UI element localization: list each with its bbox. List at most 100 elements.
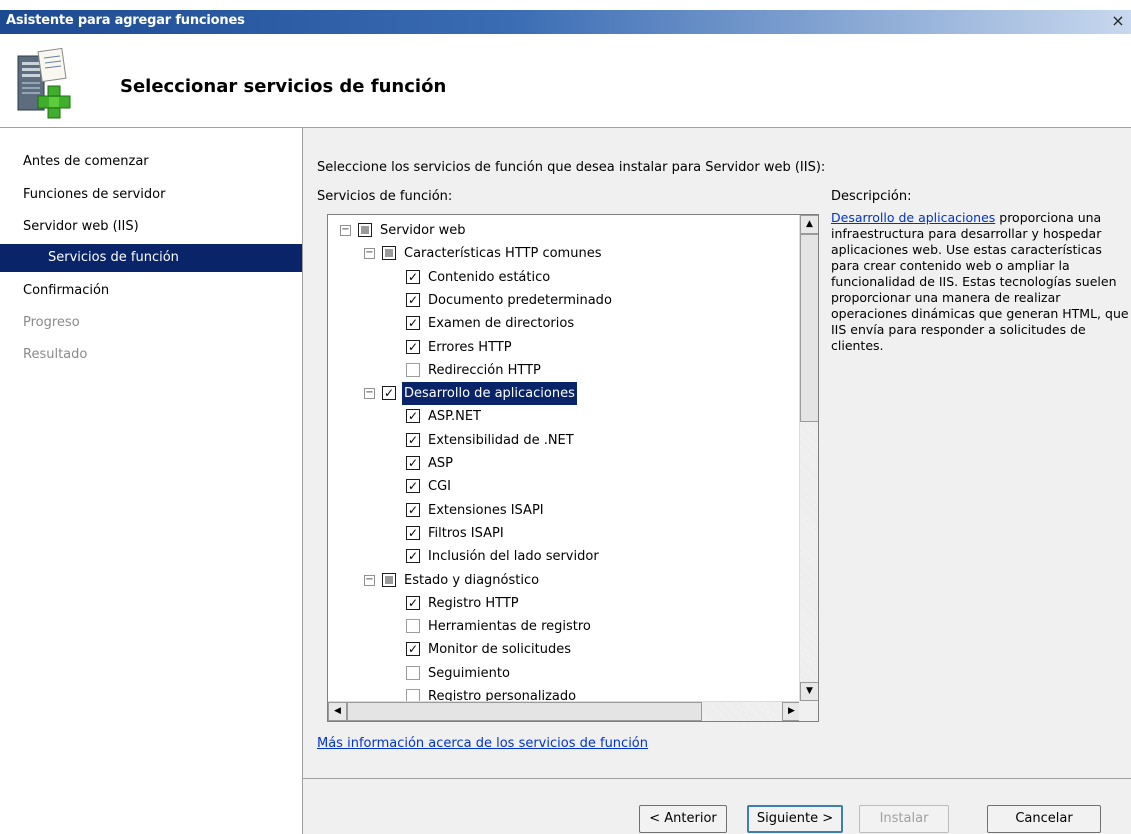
tree-item[interactable]: ✓ Monitor de solicitudes [328, 638, 798, 661]
tree-item[interactable]: ✓ CGI [328, 475, 798, 498]
description-body: proporciona una infraestructura para des… [831, 210, 1129, 353]
tree-item-label: Extensibilidad de .NET [428, 432, 574, 448]
tree-item-label: Documento predeterminado [428, 292, 612, 308]
tree-item[interactable]: − Características HTTP comunes [328, 242, 798, 265]
tree-item[interactable]: ✓ Errores HTTP [328, 336, 798, 359]
tree-item[interactable]: ✓ ASP [328, 452, 798, 475]
checkbox[interactable]: ✓ [406, 502, 420, 517]
tree-item[interactable]: ✓ Inclusión del lado servidor [328, 545, 798, 568]
checkbox[interactable]: ✓ [406, 479, 420, 494]
role-services-tree[interactable]: − Servidor web − Características HTTP comun… [327, 214, 819, 722]
tree-item[interactable]: ✓ Documento predeterminado [328, 289, 798, 312]
checkbox[interactable]: ✓ [382, 386, 396, 401]
collapse-icon[interactable]: − [364, 574, 375, 586]
tree-item-label: Monitor de solicitudes [428, 642, 571, 658]
main-panel: Seleccione los servicios de función que … [302, 128, 1131, 778]
tree-item-label: CGI [428, 479, 451, 495]
install-button: Instalar [859, 805, 949, 833]
horizontal-scrollbar[interactable]: ◀ ▶ [328, 701, 801, 721]
checkbox[interactable]: ✓ [406, 595, 420, 610]
description-text: Desarrollo de aplicaciones proporciona u… [831, 210, 1131, 354]
close-icon[interactable]: × [1109, 12, 1127, 30]
checkbox[interactable]: ✓ [406, 339, 420, 354]
more-info-link[interactable]: Más información acerca de los servicios … [317, 736, 648, 751]
tree-item-label: Filtros ISAPI [428, 525, 504, 541]
server-add-icon [14, 47, 94, 122]
tree-item-label: Características HTTP comunes [404, 246, 602, 262]
vertical-scrollbar[interactable]: ▲ ▼ [799, 215, 818, 701]
tree-item[interactable]: ✓ Extensibilidad de .NET [328, 429, 798, 452]
horizontal-scroll-thumb[interactable] [347, 702, 702, 721]
checkbox[interactable]: ✓ [406, 525, 420, 540]
tree-item-label: Examen de directorios [428, 316, 575, 332]
checkbox[interactable] [382, 572, 396, 587]
nav-item-funciones-de-servidor[interactable]: Funciones de servidor [0, 181, 302, 209]
role-services-label: Servicios de función: [317, 189, 453, 204]
checkbox[interactable] [406, 362, 420, 377]
wizard-footer: < Anterior Siguiente > Instalar Cancelar [302, 778, 1131, 834]
instructions-text: Seleccione los servicios de función que … [317, 160, 826, 175]
checkbox[interactable]: ✓ [406, 292, 420, 307]
tree-item[interactable]: ✓ ASP.NET [328, 405, 798, 428]
scroll-up-icon[interactable]: ▲ [800, 215, 818, 234]
checkbox[interactable] [382, 246, 396, 261]
collapse-icon[interactable]: − [340, 225, 351, 236]
tree-item[interactable]: ✓ Registro HTTP [328, 592, 798, 615]
tree-item-label: ASP.NET [428, 409, 481, 425]
tree-item-label: Registro HTTP [428, 595, 519, 611]
checkbox[interactable]: ✓ [406, 456, 420, 470]
description-label: Descripción: [831, 189, 912, 204]
collapse-icon[interactable]: − [364, 248, 375, 260]
nav-item-confirmacion[interactable]: Confirmación [0, 277, 302, 305]
tree-item[interactable]: − ✓ Desarrollo de aplicaciones [328, 382, 798, 406]
tree-item-label: Extensiones ISAPI [428, 502, 544, 518]
window-title: Asistente para agregar funciones [6, 13, 245, 28]
tree-item-label: Inclusión del lado servidor [428, 549, 599, 565]
description-link[interactable]: Desarrollo de aplicaciones [831, 210, 995, 225]
scroll-left-icon[interactable]: ◀ [328, 702, 347, 721]
back-button[interactable]: < Anterior [639, 805, 727, 833]
tree-item[interactable]: ✓ Contenido estático [328, 266, 798, 289]
checkbox[interactable]: ✓ [406, 432, 420, 447]
next-button[interactable]: Siguiente > [747, 805, 843, 833]
tree-item-label: Contenido estático [428, 269, 551, 285]
tree-item-label: Redirección HTTP [428, 362, 541, 378]
title-bar: Asistente para agregar funciones × [0, 10, 1131, 34]
checkbox[interactable] [406, 665, 420, 680]
tree-item-label: Estado y diagnóstico [404, 572, 540, 588]
checkbox[interactable]: ✓ [406, 549, 420, 564]
checkbox[interactable]: ✓ [406, 316, 420, 331]
checkbox[interactable]: ✓ [406, 409, 420, 424]
tree-item[interactable]: Herramientas de registro [328, 615, 798, 638]
vertical-scroll-thumb[interactable] [800, 234, 818, 422]
nav-item-antes-de-comenzar[interactable]: Antes de comenzar [0, 148, 302, 176]
tree-item-label: Errores HTTP [428, 339, 512, 355]
tree-item[interactable]: Redirección HTTP [328, 359, 798, 382]
page-title: Seleccionar servicios de función [120, 76, 447, 97]
tree-item[interactable]: Seguimiento [328, 662, 798, 685]
tree-item-label: Seguimiento [428, 665, 510, 681]
wizard-window: Asistente para agregar funciones × Selec… [0, 0, 1131, 834]
nav-item-resultado: Resultado [23, 347, 88, 362]
nav-item-servidor-web[interactable]: Servidor web (IIS) [0, 213, 302, 241]
tree-item[interactable]: − Servidor web [328, 219, 798, 242]
tree-item[interactable]: − Estado y diagnóstico [328, 569, 798, 592]
nav-item-progreso: Progreso [23, 315, 80, 330]
nav-item-servicios-de-funcion[interactable]: Servicios de función [0, 244, 302, 272]
checkbox[interactable] [406, 619, 420, 634]
wizard-header: Seleccionar servicios de función [0, 34, 1131, 128]
tree-item[interactable]: ✓ Extensiones ISAPI [328, 499, 798, 522]
wizard-steps-nav: Antes de comenzar Funciones de servidor … [0, 128, 302, 834]
tree-item[interactable]: ✓ Examen de directorios [328, 312, 798, 335]
tree-item[interactable]: ✓ Filtros ISAPI [328, 522, 798, 545]
collapse-icon[interactable]: − [364, 388, 375, 400]
scroll-down-icon[interactable]: ▼ [800, 682, 818, 701]
tree-item-label: Desarrollo de aplicaciones [402, 382, 577, 406]
tree-item-label: ASP [428, 456, 453, 471]
checkbox[interactable]: ✓ [406, 642, 420, 657]
checkbox[interactable] [358, 223, 372, 237]
checkbox[interactable]: ✓ [406, 269, 420, 284]
tree-item-label: Herramientas de registro [428, 619, 591, 635]
cancel-button[interactable]: Cancelar [987, 805, 1101, 833]
scrollbar-corner [799, 701, 818, 721]
